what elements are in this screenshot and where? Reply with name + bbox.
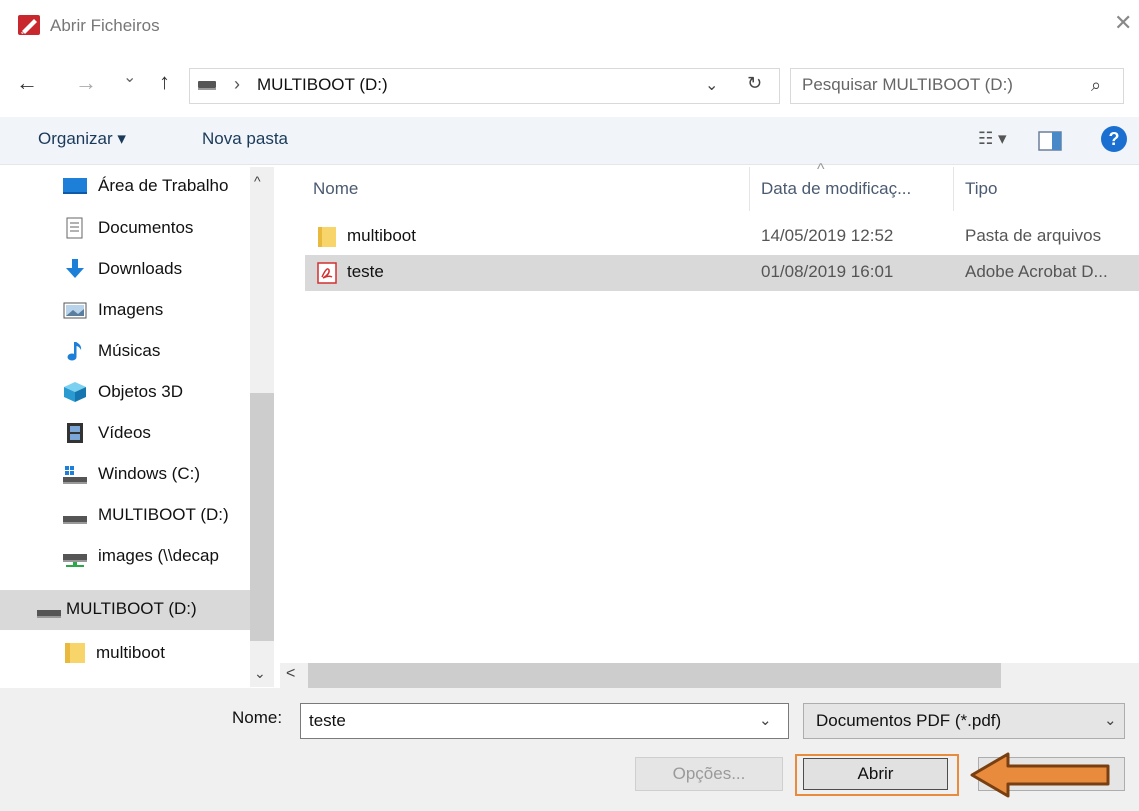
file-name-value: teste xyxy=(309,711,346,730)
file-type-filter-value: Documentos PDF (*.pdf) xyxy=(816,711,1002,730)
tree-item-label: Downloads xyxy=(98,259,183,278)
up-icon[interactable]: ↑ xyxy=(159,71,170,93)
close-icon[interactable]: ✕ xyxy=(1114,12,1132,34)
scroll-down-icon[interactable]: ⌄ xyxy=(254,665,266,682)
tree-item-windows-c[interactable]: Windows (C:) xyxy=(0,455,250,495)
tree-item-label: MULTIBOOT (D:) xyxy=(66,599,197,618)
tree-item-label: Imagens xyxy=(98,300,164,319)
tree-item-downloads[interactable]: Downloads xyxy=(0,250,250,290)
address-bar[interactable]: › MULTIBOOT (D:) ⌄ ↻ xyxy=(189,68,780,104)
back-icon[interactable]: ← xyxy=(16,72,38,94)
breadcrumb[interactable]: MULTIBOOT (D:) xyxy=(257,75,388,95)
tree-item-multiboot-d[interactable]: MULTIBOOT (D:) xyxy=(0,496,250,536)
tree-item-label: MULTIBOOT (D:) xyxy=(98,505,229,524)
command-toolbar: Organizar ▾ Nova pasta ☷ ▾ ? xyxy=(0,117,1139,165)
column-header-name[interactable]: Nome xyxy=(313,179,358,199)
tree-item-label: multiboot xyxy=(96,643,165,662)
file-name-label: Nome: xyxy=(232,708,283,727)
open-button[interactable]: Abrir xyxy=(803,758,948,790)
view-options-icon[interactable]: ☷ ▾ xyxy=(978,129,1007,149)
scroll-up-icon[interactable]: ^ xyxy=(254,173,261,189)
folder-icon xyxy=(65,643,85,663)
file-name: teste xyxy=(347,262,384,281)
window-title: Abrir Ficheiros xyxy=(50,16,160,35)
tree-item-multiboot-folder[interactable]: multiboot xyxy=(0,634,250,674)
file-type: Pasta de arquivos xyxy=(965,226,1102,245)
tree-item-multiboot-d-selected[interactable]: MULTIBOOT (D:) xyxy=(0,590,250,630)
file-list-horizontal-scrollbar[interactable]: < xyxy=(280,663,1139,688)
file-type-filter-select[interactable]: Documentos PDF (*.pdf) ⌄ xyxy=(803,703,1125,739)
column-header-type[interactable]: Tipo xyxy=(965,179,997,199)
help-icon[interactable]: ? xyxy=(1101,126,1127,152)
file-date: 01/08/2019 16:01 xyxy=(761,262,894,281)
app-logo-icon xyxy=(18,15,40,35)
file-list-header: ^ Nome Data de modificaç... Tipo xyxy=(305,161,1139,211)
chevron-down-icon[interactable]: ⌄ xyxy=(1104,711,1117,729)
refresh-icon[interactable]: ↻ xyxy=(747,73,762,94)
desktop-icon xyxy=(63,178,87,194)
tree-item-documents[interactable]: Documentos xyxy=(0,209,250,249)
recent-locations-icon[interactable]: ⌄ xyxy=(123,70,136,86)
preview-pane-icon[interactable] xyxy=(1038,131,1062,151)
sort-ascending-icon: ^ xyxy=(817,161,825,178)
cube-icon xyxy=(64,382,86,402)
windows-drive-icon xyxy=(63,466,87,484)
tree-vertical-scrollbar[interactable]: ^ ⌄ xyxy=(250,167,274,687)
new-folder-button[interactable]: Nova pasta xyxy=(202,129,288,149)
column-divider[interactable] xyxy=(749,167,750,211)
music-icon xyxy=(67,342,82,361)
file-type: Adobe Acrobat D... xyxy=(965,262,1108,281)
tree-item-network-images[interactable]: images (\\decap xyxy=(0,537,250,577)
drive-icon xyxy=(37,610,61,618)
tree-item-music[interactable]: Músicas xyxy=(0,332,250,372)
tree-item-images[interactable]: Imagens xyxy=(0,291,250,331)
file-date: 14/05/2019 12:52 xyxy=(761,226,894,245)
document-icon xyxy=(66,217,83,239)
search-input[interactable]: Pesquisar MULTIBOOT (D:) ⌕ xyxy=(790,68,1124,104)
video-icon xyxy=(67,423,83,443)
file-row-teste[interactable]: teste 01/08/2019 16:01 Adobe Acrobat D..… xyxy=(305,255,1139,291)
tree-item-label: Documentos xyxy=(98,218,194,237)
network-drive-icon xyxy=(63,554,87,567)
title-bar: Abrir Ficheiros ✕ xyxy=(0,0,1139,52)
column-divider[interactable] xyxy=(953,167,954,211)
column-header-date[interactable]: Data de modificaç... xyxy=(761,179,911,199)
tree-item-label: Músicas xyxy=(98,341,161,360)
forward-icon[interactable]: → xyxy=(75,72,97,94)
tree-item-3d-objects[interactable]: Objetos 3D xyxy=(0,373,250,413)
tree-item-desktop[interactable]: Área de Trabalho xyxy=(0,167,250,207)
scroll-left-icon[interactable]: < xyxy=(286,665,295,683)
image-icon xyxy=(63,302,87,319)
organize-button[interactable]: Organizar ▾ xyxy=(38,129,126,149)
drive-icon xyxy=(198,81,216,90)
breadcrumb-separator: › xyxy=(234,74,240,94)
file-name: multiboot xyxy=(347,226,416,245)
tree-item-label: images (\\decap xyxy=(98,546,219,565)
arrow-left-icon xyxy=(970,752,1110,798)
scrollbar-thumb[interactable] xyxy=(250,393,274,641)
search-placeholder: Pesquisar MULTIBOOT (D:) xyxy=(802,75,1013,94)
search-icon[interactable]: ⌕ xyxy=(1091,75,1101,96)
download-icon xyxy=(66,259,84,278)
file-row-multiboot[interactable]: multiboot 14/05/2019 12:52 Pasta de arqu… xyxy=(305,219,1139,255)
scrollbar-thumb[interactable] xyxy=(308,663,1001,688)
options-button[interactable]: Opções... xyxy=(635,757,783,791)
chevron-down-icon[interactable]: ⌄ xyxy=(759,711,772,729)
tree-item-label: Vídeos xyxy=(98,423,151,442)
dialog-footer: Nome: teste ⌄ Documentos PDF (*.pdf) ⌄ O… xyxy=(0,688,1139,811)
pdf-icon xyxy=(317,262,337,284)
chevron-down-icon[interactable]: ⌄ xyxy=(705,75,718,95)
file-name-field[interactable]: teste ⌄ xyxy=(300,703,789,739)
drive-icon xyxy=(63,516,87,524)
folder-icon xyxy=(318,227,336,247)
tree-item-label: Objetos 3D xyxy=(98,382,184,401)
tree-item-label: Área de Trabalho xyxy=(98,176,229,195)
tree-item-videos[interactable]: Vídeos xyxy=(0,414,250,454)
tree-item-label: Windows (C:) xyxy=(98,464,201,483)
navigation-pane: Área de Trabalho Documentos Downloads Im… xyxy=(0,167,275,687)
